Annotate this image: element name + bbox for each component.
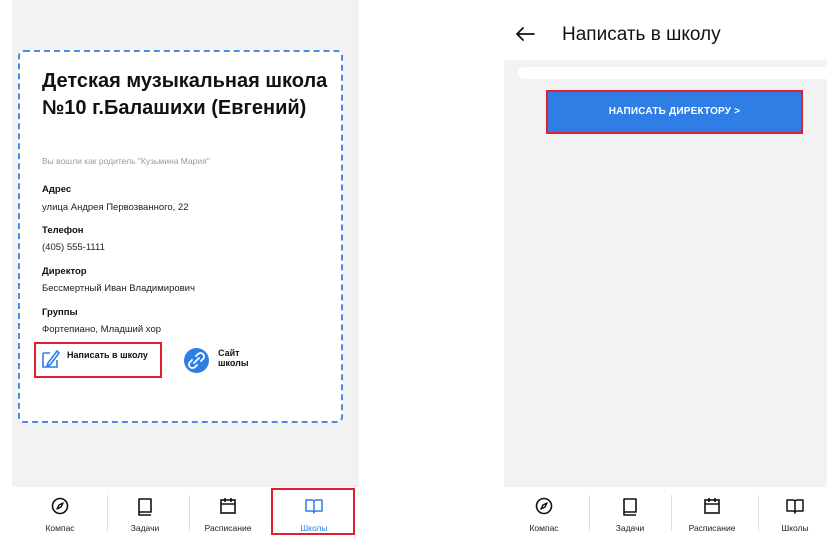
tab-schools[interactable]: Школы <box>763 487 827 535</box>
write-to-school-label: Написать в школу <box>67 350 148 360</box>
school-site-button[interactable]: Сайт школы <box>184 348 264 376</box>
write-to-school-screen: Написать в школу НАПИСАТЬ ДИРЕКТОРУ > Ко… <box>504 0 827 535</box>
top-app-bar: Написать в школу <box>504 0 827 60</box>
page-title: Написать в школу <box>562 24 721 45</box>
tab-schedule-label: Расписание <box>688 523 736 533</box>
calendar-icon <box>220 498 236 514</box>
book-icon <box>138 498 152 516</box>
tab-tasks-label: Задачи <box>615 523 645 533</box>
groups-value: Фортепиано, Младший хор <box>42 324 162 335</box>
school-title: Детская музыкальная школа №10 г.Балашихи… <box>42 70 328 119</box>
tab-schedule[interactable]: Расписание <box>672 487 752 535</box>
compass-icon <box>51 497 69 515</box>
address-label: Адрес <box>42 184 72 195</box>
director-label: Директор <box>42 266 87 277</box>
message-field[interactable] <box>518 67 827 79</box>
tab-compass[interactable]: Компас <box>20 487 100 535</box>
school-card: Детская музыкальная школа №10 г.Балашихи… <box>18 50 343 423</box>
phone-label: Телефон <box>42 225 84 236</box>
login-note: Вы вошли как родитель "Кузьмина Мария" <box>42 156 210 166</box>
tab-compass-label: Компас <box>45 523 75 533</box>
book-icon <box>623 498 637 516</box>
groups-label: Группы <box>42 307 78 318</box>
compass-icon <box>535 497 553 515</box>
tab-tasks-label: Задачи <box>130 523 160 533</box>
schools-tab-highlight <box>271 488 355 535</box>
tab-compass[interactable]: Компас <box>504 487 584 535</box>
write-director-button[interactable]: НАПИСАТЬ ДИРЕКТОРУ > <box>546 90 803 134</box>
school-info-screen: Детская музыкальная школа №10 г.Балашихи… <box>12 0 359 535</box>
back-arrow-icon[interactable] <box>514 26 536 42</box>
tab-tasks[interactable]: Задачи <box>105 487 185 535</box>
tab-divider <box>758 495 759 531</box>
tab-schedule[interactable]: Расписание <box>188 487 268 535</box>
calendar-icon <box>704 498 720 514</box>
director-value: Бессмертный Иван Владимирович <box>42 283 195 294</box>
tab-compass-label: Компас <box>529 523 559 533</box>
open-book-icon <box>786 499 804 514</box>
write-to-school-button[interactable]: Написать в школу <box>34 342 162 378</box>
tab-schedule-label: Расписание <box>204 523 252 533</box>
phone-value[interactable]: (405) 555-1111 <box>42 242 105 253</box>
link-icon <box>184 348 209 373</box>
address-value: улица Андрея Первозванного, 22 <box>42 202 189 213</box>
bottom-tab-bar: Компас Задачи Расписание Школы <box>504 487 827 535</box>
tab-schools-label: Школы <box>781 523 809 533</box>
school-site-label: Сайт школы <box>218 348 249 368</box>
edit-icon <box>40 347 60 371</box>
tab-tasks[interactable]: Задачи <box>590 487 670 535</box>
